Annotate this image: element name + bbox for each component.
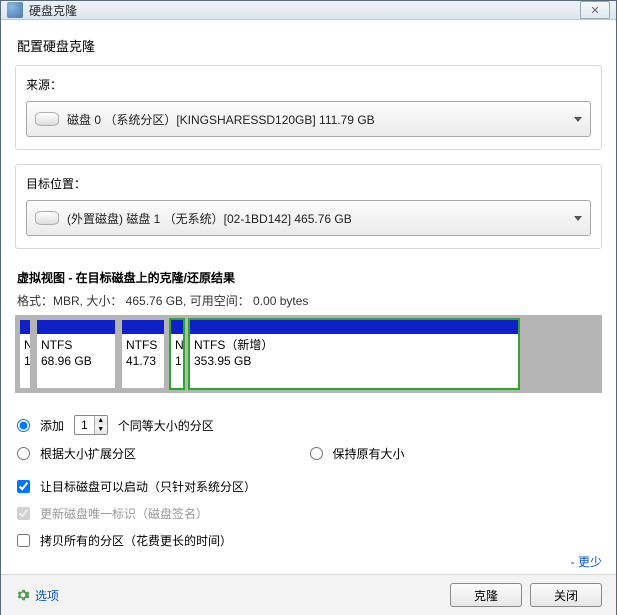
partition-header-bar <box>190 320 518 334</box>
chevron-down-icon <box>574 216 582 221</box>
update-sig-label: 更新磁盘唯一标识（磁盘签名） <box>40 505 208 522</box>
partition-info: NTFS（新增）353.95 GB <box>190 334 518 372</box>
disk-icon <box>35 211 59 225</box>
gear-icon <box>15 587 31 603</box>
format-line: 格式：MBR, 大小： 465.76 GB, 可用空间： 0.00 bytes <box>17 292 602 309</box>
radio-keep[interactable] <box>310 447 323 460</box>
partition-info: NTFS41.73 <box>122 334 164 372</box>
footer: 选项 克隆 关闭 <box>1 574 616 615</box>
options-link[interactable]: 选项 <box>35 587 59 604</box>
option-copy-all[interactable]: 拷贝所有的分区（花费更长的时间） <box>17 532 602 549</box>
partition-info: N1 <box>20 334 30 372</box>
option-keep[interactable]: 保持原有大小 <box>310 445 603 462</box>
options-block: 添加 1 ▲ ▼ 个同等大小的分区 根据大小扩展分区 保持原有大小 <box>17 415 602 570</box>
chevron-down-icon <box>574 117 582 122</box>
partition-block[interactable]: N1 <box>18 318 32 390</box>
partition-block[interactable]: NTFS（新增）353.95 GB <box>188 318 520 390</box>
checkbox-update-sig <box>17 507 30 520</box>
source-combo-text: 磁盘 0 （系统分区）[KINGSHARESSD120GB] 111.79 GB <box>67 111 568 128</box>
option-add-partitions[interactable]: 添加 1 ▲ ▼ 个同等大小的分区 <box>17 415 602 435</box>
source-group: 来源： 磁盘 0 （系统分区）[KINGSHARESSD120GB] 111.7… <box>15 65 602 150</box>
clone-button[interactable]: 克隆 <box>450 583 522 607</box>
window-title: 硬盘克隆 <box>29 2 580 19</box>
option-update-signature: 更新磁盘唯一标识（磁盘签名） <box>17 505 602 522</box>
close-footer-button[interactable]: 关闭 <box>530 583 602 607</box>
page-heading: 配置硬盘克隆 <box>17 36 602 55</box>
partition-block[interactable]: NTFS41.73 <box>120 318 166 390</box>
partition-header-bar <box>171 320 183 334</box>
add-count-spinner[interactable]: 1 ▲ ▼ <box>74 415 108 435</box>
partition-header-bar <box>37 320 115 334</box>
copy-all-label: 拷贝所有的分区（花费更长的时间） <box>40 532 232 549</box>
content-area: 配置硬盘克隆 来源： 磁盘 0 （系统分区）[KINGSHARESSD120GB… <box>1 20 616 574</box>
partition-info: NTFS68.96 GB <box>37 334 115 372</box>
radio-expand[interactable] <box>17 447 30 460</box>
target-label: 目标位置： <box>26 175 591 192</box>
checkbox-copy-all[interactable] <box>17 534 30 547</box>
spinner-down-icon[interactable]: ▼ <box>95 425 107 434</box>
disk-icon <box>35 112 59 126</box>
target-combo[interactable]: (外置磁盘) 磁盘 1 （无系统）[02-1BD142] 465.76 GB <box>26 200 591 236</box>
close-button[interactable]: ✕ <box>580 1 610 19</box>
radio-add[interactable] <box>17 419 30 432</box>
bootable-label: 让目标磁盘可以启动（只针对系统分区） <box>40 478 256 495</box>
option-bootable[interactable]: 让目标磁盘可以启动（只针对系统分区） <box>17 478 602 495</box>
app-icon <box>7 2 23 18</box>
source-combo[interactable]: 磁盘 0 （系统分区）[KINGSHARESSD120GB] 111.79 GB <box>26 101 591 137</box>
dialog-window: 硬盘克隆 ✕ 配置硬盘克隆 来源： 磁盘 0 （系统分区）[KINGSHARES… <box>0 0 617 615</box>
source-label: 来源： <box>26 76 591 93</box>
partition-block[interactable]: NTFS68.96 GB <box>35 318 117 390</box>
disk-map: N1NTFS68.96 GBNTFS41.73N1NTFS（新增）353.95 … <box>15 315 602 393</box>
target-combo-text: (外置磁盘) 磁盘 1 （无系统）[02-1BD142] 465.76 GB <box>67 210 568 227</box>
virtual-view-title: 虚拟视图 - 在目标磁盘上的克隆/还原结果 <box>17 269 602 286</box>
partition-header-bar <box>20 320 30 334</box>
option-expand[interactable]: 根据大小扩展分区 <box>17 445 310 462</box>
target-group: 目标位置： (外置磁盘) 磁盘 1 （无系统）[02-1BD142] 465.7… <box>15 164 602 249</box>
titlebar: 硬盘克隆 ✕ <box>1 1 616 20</box>
keep-label: 保持原有大小 <box>333 445 405 462</box>
partition-header-bar <box>122 320 164 334</box>
add-count-value: 1 <box>75 418 94 432</box>
checkbox-bootable[interactable] <box>17 480 30 493</box>
option-size-row: 根据大小扩展分区 保持原有大小 <box>17 445 602 462</box>
expand-label: 根据大小扩展分区 <box>40 445 136 462</box>
less-link[interactable]: - 更少 <box>571 553 602 570</box>
close-icon: ✕ <box>590 4 599 17</box>
partition-info: N1 <box>171 334 183 372</box>
add-label-post: 个同等大小的分区 <box>118 417 214 434</box>
add-label-pre: 添加 <box>40 417 64 434</box>
spinner-up-icon[interactable]: ▲ <box>95 416 107 425</box>
partition-block[interactable]: N1 <box>169 318 185 390</box>
